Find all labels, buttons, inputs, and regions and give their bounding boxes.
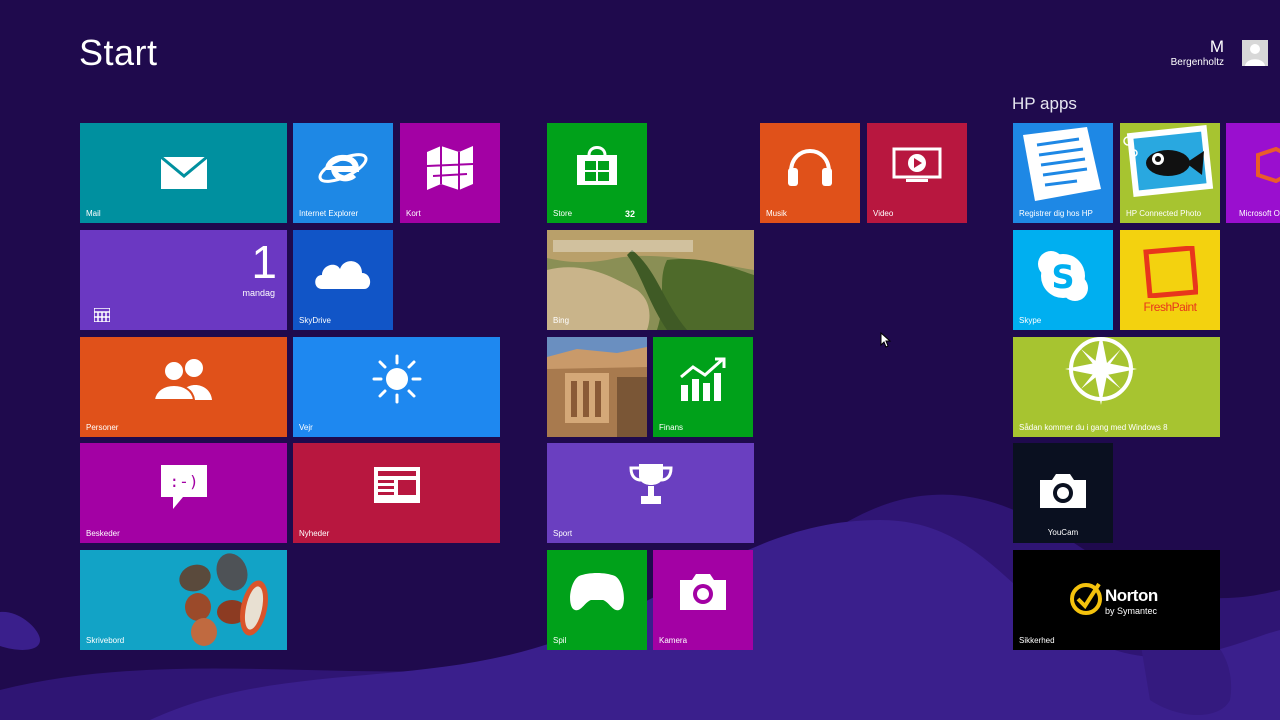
sun-icon bbox=[372, 354, 421, 404]
tile-store[interactable]: Store 32 bbox=[547, 123, 647, 223]
tile-label: Sport bbox=[553, 529, 573, 538]
user-first-name: M bbox=[1209, 37, 1224, 56]
people-icon bbox=[153, 359, 212, 400]
calendar-date: 1 bbox=[251, 236, 277, 288]
newspaper-icon bbox=[373, 467, 420, 503]
tile-label: Personer bbox=[86, 423, 119, 432]
group-title-hp-apps: HP apps bbox=[1012, 94, 1077, 113]
calendar-weekday: mandag bbox=[242, 288, 275, 298]
tile-label: Kamera bbox=[659, 636, 688, 645]
xbox-controller-icon bbox=[570, 573, 624, 611]
tile-news[interactable]: Nyheder bbox=[293, 443, 500, 543]
tile-music[interactable]: Musik bbox=[760, 123, 860, 223]
internet-explorer-icon bbox=[318, 153, 368, 183]
tile-microsoft-office[interactable]: Microsoft O bbox=[1226, 123, 1280, 223]
svg-text:S: S bbox=[1051, 258, 1074, 296]
tile-mail[interactable]: Mail bbox=[80, 123, 287, 223]
tile-label: Skype bbox=[1019, 316, 1042, 325]
tile-norton-security[interactable]: Norton by Symantec Sikkerhed bbox=[1013, 550, 1220, 650]
tile-label: Sikkerhed bbox=[1019, 636, 1055, 645]
norton-checkmark-icon bbox=[1070, 582, 1102, 615]
tile-label: YouCam bbox=[1047, 528, 1079, 537]
tile-maps[interactable]: Kort bbox=[400, 123, 500, 223]
finance-chart-icon bbox=[680, 357, 726, 401]
tile-games[interactable]: Spil bbox=[547, 550, 647, 650]
pebbles-image bbox=[179, 553, 268, 646]
compass-icon bbox=[1065, 337, 1137, 405]
cloud-icon bbox=[315, 261, 371, 289]
tile-label: Nyheder bbox=[299, 529, 330, 538]
tile-label: Beskeder bbox=[86, 529, 120, 538]
bing-landscape-image bbox=[547, 230, 754, 330]
tile-calendar[interactable]: 1 mandag bbox=[80, 230, 287, 330]
trophy-icon bbox=[628, 464, 673, 504]
tile-label: Microsoft O bbox=[1239, 209, 1280, 218]
tile-label: Store bbox=[553, 209, 573, 218]
freshpaint-brand: FreshPaint bbox=[1143, 300, 1197, 314]
tile-skydrive[interactable]: SkyDrive bbox=[293, 230, 393, 330]
tile-video[interactable]: Video bbox=[867, 123, 967, 223]
norton-brand-name: Norton bbox=[1105, 586, 1158, 605]
tile-label: Vejr bbox=[299, 423, 313, 432]
tile-label: Musik bbox=[766, 209, 787, 218]
document-icon bbox=[1023, 127, 1101, 201]
tile-label: Video bbox=[873, 209, 894, 218]
tile-youcam[interactable]: YouCam bbox=[1013, 443, 1113, 543]
tile-label: Spil bbox=[553, 636, 567, 645]
tile-hp-register[interactable]: Registrer dig hos HP bbox=[1013, 123, 1113, 223]
user-avatar-icon[interactable] bbox=[1242, 40, 1268, 66]
camera-icon bbox=[1040, 474, 1086, 508]
tile-label: Finans bbox=[659, 423, 684, 432]
tile-label: Kort bbox=[406, 209, 421, 218]
tile-camera[interactable]: Kamera bbox=[653, 550, 753, 650]
video-icon bbox=[892, 147, 942, 182]
tile-label: Mail bbox=[86, 209, 101, 218]
tile-label: Registrer dig hos HP bbox=[1019, 209, 1093, 218]
calendar-icon bbox=[94, 308, 110, 322]
tile-label: Skrivebord bbox=[86, 636, 125, 645]
map-icon bbox=[426, 146, 474, 190]
freshpaint-frame-icon bbox=[1143, 246, 1198, 298]
tile-people[interactable]: Personer bbox=[80, 337, 287, 437]
tile-internet-explorer[interactable]: Internet Explorer bbox=[293, 123, 393, 223]
tile-label: Internet Explorer bbox=[299, 209, 359, 218]
petra-photo-image bbox=[547, 337, 647, 437]
user-account[interactable]: M Bergenholtz bbox=[1171, 38, 1224, 70]
headphones-icon bbox=[788, 149, 832, 186]
tile-travel[interactable] bbox=[547, 337, 647, 437]
mail-icon bbox=[159, 156, 208, 189]
tile-label: SkyDrive bbox=[299, 316, 332, 325]
mouse-pointer-icon bbox=[880, 332, 892, 348]
tile-getting-started[interactable]: Sådan kommer du i gang med Windows 8 bbox=[1013, 337, 1220, 437]
tile-desktop[interactable]: Skrivebord bbox=[80, 550, 287, 650]
user-last-name: Bergenholtz bbox=[1170, 57, 1224, 68]
messaging-icon: :-) bbox=[160, 465, 207, 509]
store-icon bbox=[577, 146, 617, 185]
svg-text::-): :-) bbox=[169, 472, 198, 491]
skype-icon: S bbox=[1038, 251, 1088, 301]
tile-sport[interactable]: Sport bbox=[547, 443, 754, 543]
tile-finance[interactable]: Finans bbox=[653, 337, 753, 437]
tile-hp-connected-photo[interactable]: HP Connected Photo bbox=[1120, 123, 1220, 223]
photo-fish-icon bbox=[1123, 125, 1214, 198]
camera-icon bbox=[680, 574, 726, 610]
norton-brand-sub: by Symantec bbox=[1105, 606, 1158, 616]
tile-bing[interactable]: Bing bbox=[547, 230, 754, 330]
page-title: Start bbox=[79, 32, 158, 73]
tile-skype[interactable]: S Skype bbox=[1013, 230, 1113, 330]
office-icon bbox=[1256, 147, 1280, 183]
tile-label: HP Connected Photo bbox=[1126, 209, 1202, 218]
tile-weather[interactable]: Vejr bbox=[293, 337, 500, 437]
tile-messages[interactable]: :-) Beskeder bbox=[80, 443, 287, 543]
tile-label: Bing bbox=[553, 316, 570, 325]
store-update-badge: 32 bbox=[624, 209, 635, 219]
tile-freshpaint[interactable]: FreshPaint bbox=[1120, 230, 1220, 330]
tile-label: Sådan kommer du i gang med Windows 8 bbox=[1019, 423, 1168, 432]
